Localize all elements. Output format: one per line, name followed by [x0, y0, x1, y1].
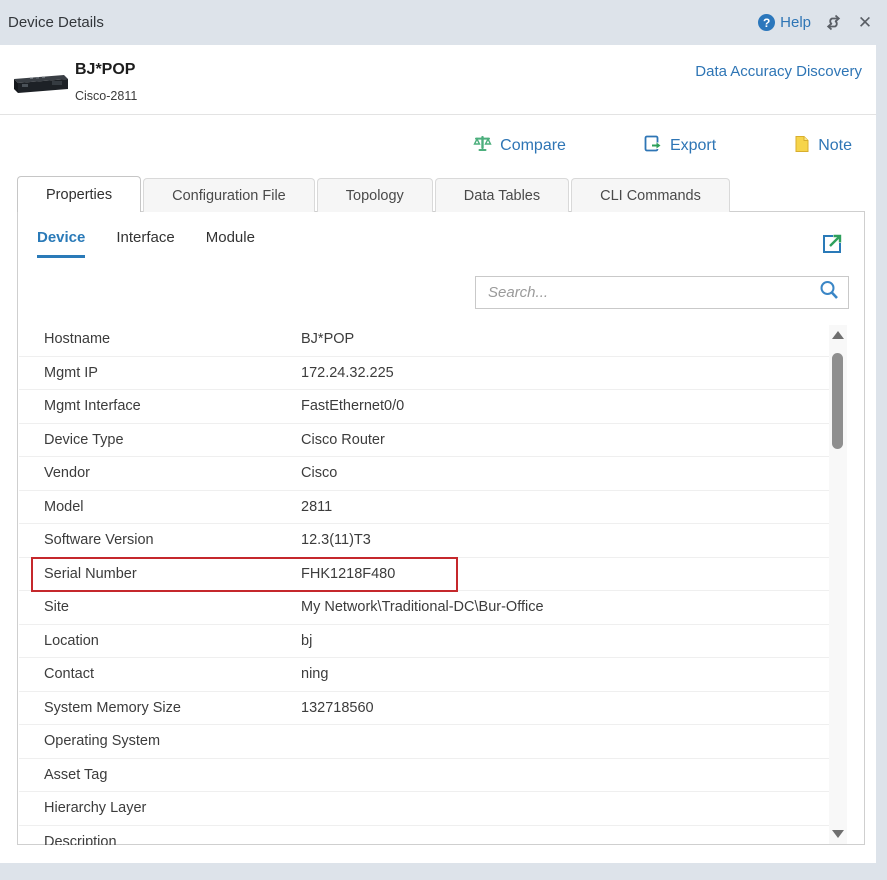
row-value: bj	[301, 633, 312, 649]
table-row: Contact ning	[19, 658, 829, 692]
data-accuracy-discovery-link[interactable]: Data Accuracy Discovery	[695, 63, 862, 80]
refresh-icon[interactable]	[823, 13, 843, 33]
row-label: Serial Number	[19, 566, 301, 582]
table-row-serial-number-highlighted: Serial Number FHK1218F480	[19, 558, 829, 592]
table-row: Location bj	[19, 625, 829, 659]
row-label: Mgmt IP	[19, 365, 301, 381]
dialog-title: Device Details	[8, 14, 104, 31]
compare-button[interactable]: Compare	[473, 134, 566, 158]
row-value: 2811	[301, 499, 332, 515]
row-label: Software Version	[19, 532, 301, 548]
tab-cli-commands[interactable]: CLI Commands	[571, 178, 730, 212]
row-label: Model	[19, 499, 301, 515]
table-row: Mgmt Interface FastEthernet0/0	[19, 390, 829, 424]
row-label: Mgmt Interface	[19, 398, 301, 414]
row-label: Vendor	[19, 465, 301, 481]
table-row: System Memory Size 132718560	[19, 692, 829, 726]
properties-table: Hostname BJ*POP Mgmt IP 172.24.32.225 Mg…	[19, 323, 829, 845]
note-button[interactable]: Note	[794, 135, 852, 158]
bottom-margin	[0, 863, 887, 880]
compare-label: Compare	[500, 137, 566, 155]
row-label: Site	[19, 599, 301, 615]
row-label: Location	[19, 633, 301, 649]
row-label: Device Type	[19, 432, 301, 448]
export-icon	[644, 134, 662, 158]
row-value: BJ*POP	[301, 331, 354, 347]
tab-topology[interactable]: Topology	[317, 178, 433, 212]
row-value: Cisco Router	[301, 432, 385, 448]
table-row: Operating System	[19, 725, 829, 759]
properties-panel: Device Interface Module Hostname BJ*POP …	[17, 211, 865, 845]
table-row: Software Version 12.3(11)T3	[19, 524, 829, 558]
table-row: Site My Network\Traditional-DC\Bur-Offic…	[19, 591, 829, 625]
tab-configuration-file[interactable]: Configuration File	[143, 178, 315, 212]
actions-row: Compare Export Note	[0, 128, 876, 164]
table-row: Hierarchy Layer	[19, 792, 829, 826]
note-icon	[794, 135, 810, 158]
table-row-clipped: Description	[19, 826, 829, 846]
row-label: Description	[19, 834, 301, 845]
scroll-thumb[interactable]	[832, 353, 843, 449]
export-label: Export	[670, 137, 716, 155]
table-row: Vendor Cisco	[19, 457, 829, 491]
dialog-titlebar: Device Details ? Help ✕	[0, 0, 887, 45]
scroll-down-arrow[interactable]	[832, 830, 844, 838]
compare-scales-icon	[473, 134, 492, 158]
row-label: Contact	[19, 666, 301, 682]
row-value: 12.3(11)T3	[301, 532, 371, 548]
table-row: Model 2811	[19, 491, 829, 525]
row-value: ning	[301, 666, 328, 682]
row-value: My Network\Traditional-DC\Bur-Office	[301, 599, 544, 615]
close-icon[interactable]: ✕	[855, 13, 875, 33]
main-tabbar: Properties Configuration File Topology D…	[17, 177, 732, 212]
row-label: Operating System	[19, 733, 301, 749]
scroll-up-arrow[interactable]	[832, 331, 844, 339]
table-row: Asset Tag	[19, 759, 829, 793]
table-row: Mgmt IP 172.24.32.225	[19, 357, 829, 391]
row-label: Hierarchy Layer	[19, 800, 301, 816]
subtab-module[interactable]: Module	[206, 229, 255, 258]
help-label: Help	[780, 14, 811, 31]
export-button[interactable]: Export	[644, 134, 716, 158]
tab-data-tables[interactable]: Data Tables	[435, 178, 569, 212]
open-in-new-window-icon[interactable]	[820, 232, 844, 261]
device-header: BJ*POP Cisco-2811 Data Accuracy Discover…	[0, 45, 876, 115]
subtab-interface[interactable]: Interface	[116, 229, 174, 258]
help-button[interactable]: ? Help	[758, 14, 811, 31]
row-value: 132718560	[301, 700, 374, 716]
row-value: 172.24.32.225	[301, 365, 394, 381]
help-icon: ?	[758, 14, 775, 31]
note-label: Note	[818, 137, 852, 155]
search-input[interactable]	[488, 284, 818, 301]
row-value: FastEthernet0/0	[301, 398, 404, 414]
row-value: FHK1218F480	[301, 566, 395, 582]
row-label: Asset Tag	[19, 767, 301, 783]
subtab-device[interactable]: Device	[37, 229, 85, 258]
device-photo	[8, 69, 70, 104]
right-margin	[876, 45, 887, 880]
device-model: Cisco-2811	[75, 89, 137, 103]
tab-properties[interactable]: Properties	[17, 176, 141, 212]
sub-tabbar: Device Interface Module	[37, 229, 255, 258]
search-icon[interactable]	[818, 279, 840, 306]
vertical-scrollbar[interactable]	[829, 325, 847, 844]
row-label: System Memory Size	[19, 700, 301, 716]
table-row: Hostname BJ*POP	[19, 323, 829, 357]
device-name: BJ*POP	[75, 61, 135, 79]
row-value: Cisco	[301, 465, 337, 481]
table-row: Device Type Cisco Router	[19, 424, 829, 458]
row-label: Hostname	[19, 331, 301, 347]
search-box	[475, 276, 849, 309]
